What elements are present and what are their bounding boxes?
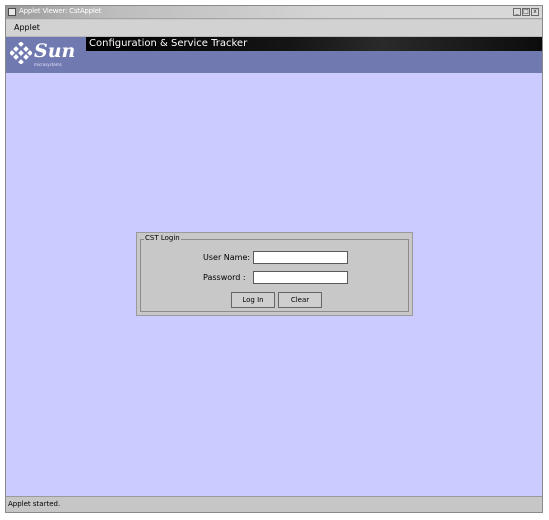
- window-menu-icon[interactable]: [8, 8, 16, 16]
- window-controls: _ □ x: [513, 8, 539, 16]
- maximize-icon[interactable]: □: [522, 8, 530, 16]
- login-legend: CST Login: [144, 234, 181, 242]
- sun-logo: Sun microsystems: [10, 39, 84, 71]
- password-label: Password :: [203, 273, 246, 282]
- clear-button[interactable]: Clear: [278, 292, 322, 308]
- app-title: Configuration & Service Tracker: [89, 38, 248, 49]
- app-header: Sun microsystems Configuration & Service…: [6, 37, 542, 73]
- sun-logo-text: Sun: [34, 40, 76, 62]
- menu-applet[interactable]: Applet: [14, 23, 40, 32]
- applet-viewer-window: Applet Viewer: CstApplet _ □ x Applet Su…: [5, 5, 543, 513]
- status-bar: Applet started.: [6, 496, 542, 512]
- sun-diamond-icon: [10, 42, 32, 64]
- status-text: Applet started.: [8, 500, 61, 508]
- minimize-icon[interactable]: _: [513, 8, 521, 16]
- login-button[interactable]: Log In: [231, 292, 275, 308]
- username-label: User Name:: [203, 253, 251, 262]
- menu-bar: Applet: [6, 20, 542, 37]
- sun-logo-subtext: microsystems: [34, 62, 62, 67]
- title-strip: Configuration & Service Tracker: [86, 37, 542, 51]
- window-title: Applet Viewer: CstApplet: [19, 7, 102, 15]
- login-panel: CST Login User Name: Password : Log In C…: [136, 232, 413, 316]
- username-input[interactable]: [253, 251, 348, 264]
- close-icon[interactable]: x: [531, 8, 539, 16]
- applet-content-area: CST Login User Name: Password : Log In C…: [6, 73, 542, 496]
- title-bar[interactable]: Applet Viewer: CstApplet _ □ x: [6, 6, 542, 19]
- password-input[interactable]: [253, 271, 348, 284]
- login-fieldset: CST Login User Name: Password : Log In C…: [140, 234, 409, 312]
